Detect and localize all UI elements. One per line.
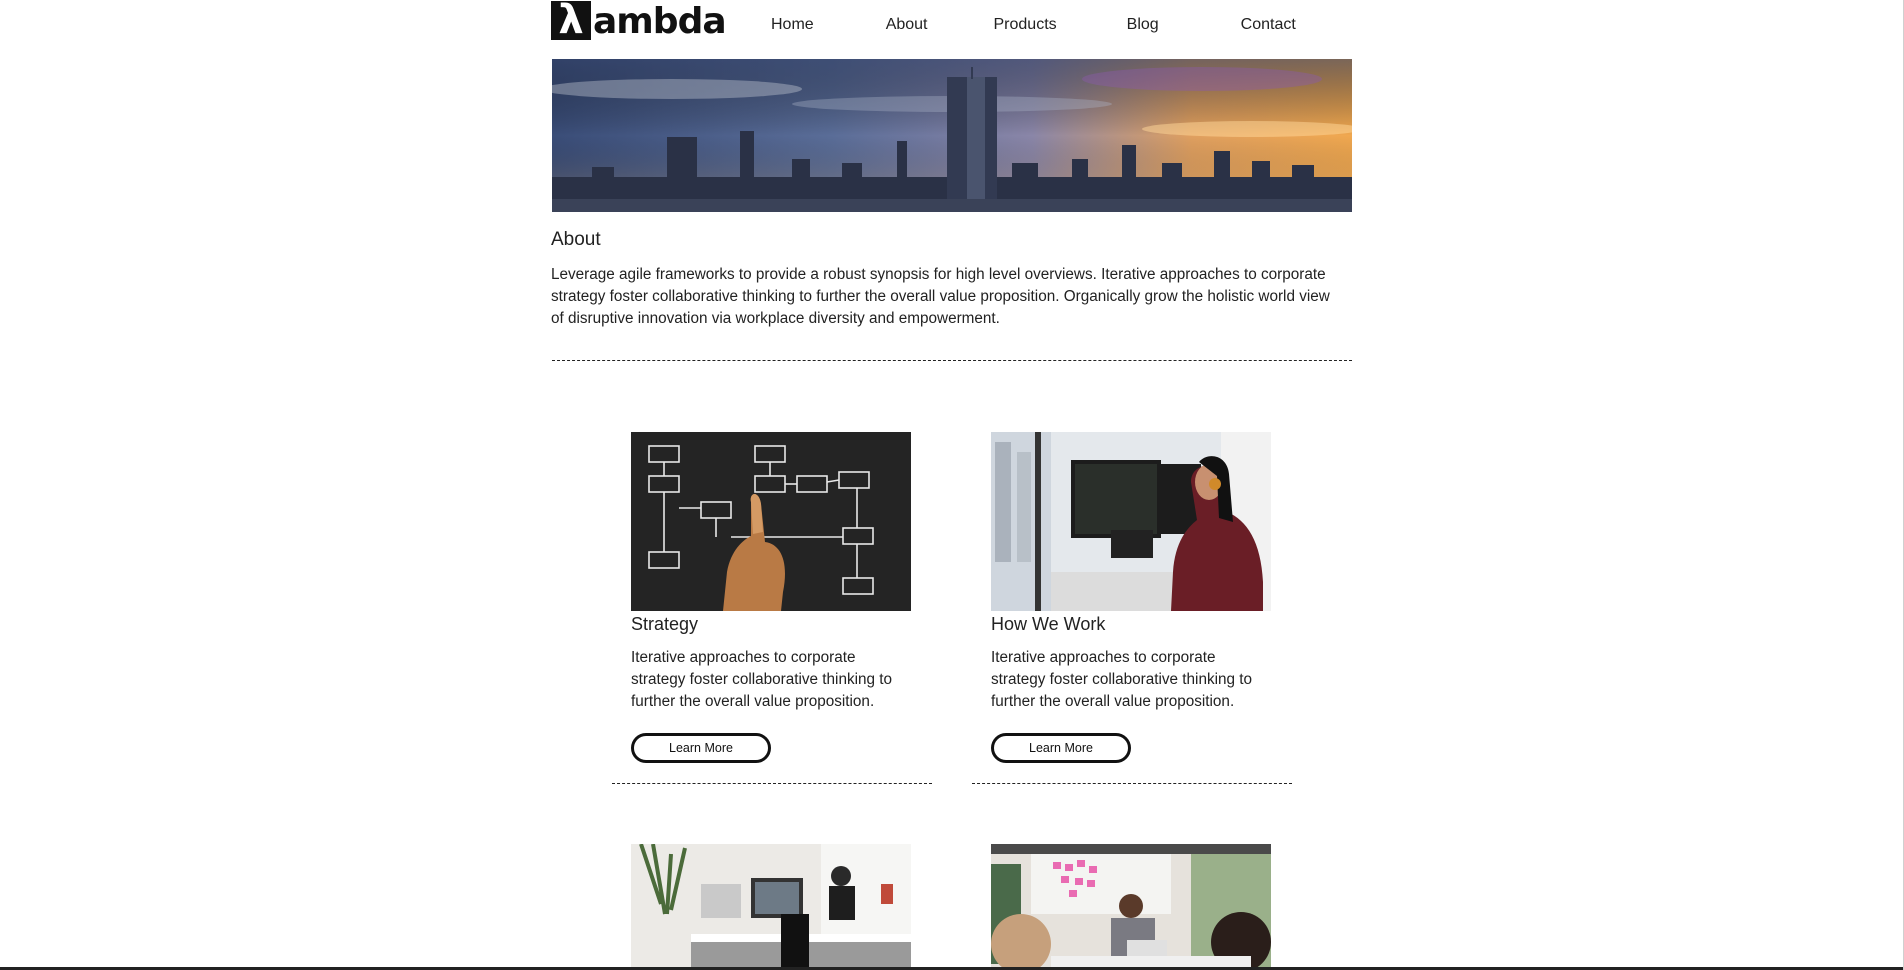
section-divider	[552, 360, 1352, 361]
nav-products[interactable]: Products	[994, 16, 1057, 34]
card-office	[631, 844, 911, 970]
card-text: Iterative approaches to corporate strate…	[991, 649, 1253, 710]
about-text: Leverage agile frameworks to provide a r…	[551, 266, 1330, 327]
main-container: λ ambda Home About Products Blog Contact	[551, 0, 1352, 361]
flowchart-image	[631, 432, 911, 611]
team-meeting-image	[991, 844, 1271, 970]
nav-contact[interactable]: Contact	[1241, 16, 1296, 34]
card-title: How We Work	[991, 614, 1106, 634]
main-nav: Home About Products Blog Contact	[771, 16, 1296, 34]
learn-more-button[interactable]: Learn More	[631, 733, 771, 763]
developer-workstation-image	[991, 432, 1271, 611]
learn-more-button[interactable]: Learn More	[991, 733, 1131, 763]
lambda-logo-icon: λ	[551, 0, 591, 40]
logo[interactable]: λ ambda	[551, 0, 727, 42]
card-meeting	[991, 844, 1271, 970]
site-header: λ ambda Home About Products Blog Contact	[551, 0, 1352, 58]
office-desks-image	[631, 844, 911, 970]
card-title: Strategy	[631, 614, 699, 634]
page: λ ambda Home About Products Blog Contact	[0, 0, 1904, 970]
card-strategy: Strategy Iterative approaches to corpora…	[631, 432, 911, 763]
about-title: About	[551, 229, 601, 250]
logo-text: ambda	[593, 1, 727, 42]
nav-about[interactable]: About	[886, 16, 928, 34]
nav-home[interactable]: Home	[771, 16, 814, 34]
nav-blog[interactable]: Blog	[1127, 16, 1159, 34]
card-how-we-work: How We Work Iterative approaches to corp…	[991, 432, 1271, 763]
card-divider-right	[972, 783, 1292, 784]
card-text: Iterative approaches to corporate strate…	[631, 649, 893, 710]
card-divider-left	[612, 783, 932, 784]
hero-city-skyline-image	[552, 59, 1352, 212]
